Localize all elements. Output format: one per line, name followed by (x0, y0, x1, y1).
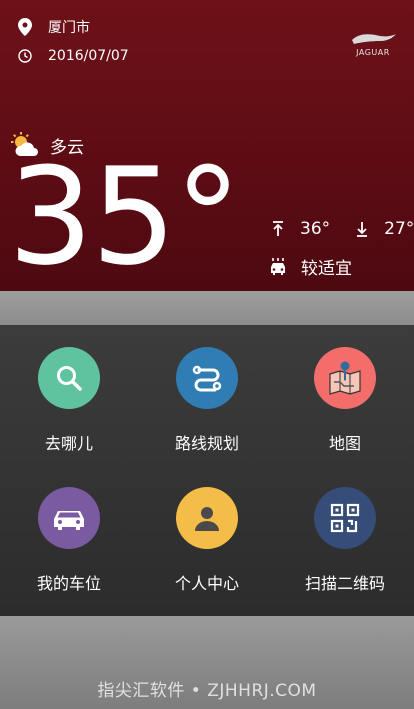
low-temperature: 27° (384, 219, 414, 239)
menu-item-personal-center[interactable]: 个人中心 (138, 487, 276, 594)
watermark-text: 指尖汇软件 • ZJHHRJ.COM (97, 681, 317, 701)
arrow-up-icon (270, 219, 286, 239)
menu-item-map[interactable]: 地图 (276, 347, 414, 454)
location-pin-icon (14, 16, 36, 38)
map-icon (314, 347, 376, 409)
menu-item-label: 去哪儿 (44, 434, 93, 453)
menu-item-where-to[interactable]: 去哪儿 (0, 347, 138, 454)
svg-text:JAGUAR: JAGUAR (355, 48, 390, 57)
car-wash-index: 较适宜 (268, 254, 352, 279)
menu-item-label: 我的车位 (36, 574, 101, 593)
car-icon (38, 487, 100, 549)
high-temperature: 36° (300, 219, 331, 239)
jaguar-logo: JAGUAR (346, 28, 400, 58)
clock-icon (14, 45, 36, 67)
menu-item-route-planning[interactable]: 路线规划 (138, 347, 276, 454)
person-icon (176, 487, 238, 549)
menu-item-label: 扫描二维码 (304, 574, 385, 593)
date-text: 2016/07/07 (48, 48, 129, 64)
car-wash-icon (268, 257, 288, 277)
search-icon (38, 347, 100, 409)
menu-panel: 去哪儿 路线规划 地图 我的车位 个人中心 扫描二维码 (0, 325, 414, 616)
menu-item-label: 个人中心 (174, 574, 239, 593)
menu-item-scan-qr[interactable]: 扫描二维码 (276, 487, 414, 594)
weather-header: 厦门市 2016/07/07 JAGUAR 多云 35° 36° 27° 较适宜 (0, 0, 414, 291)
location-row[interactable]: 厦门市 (14, 16, 90, 38)
qr-code-icon (314, 487, 376, 549)
route-icon (176, 347, 238, 409)
menu-item-label: 路线规划 (174, 434, 239, 453)
divider-band (0, 291, 414, 325)
car-wash-text: 较适宜 (301, 259, 352, 279)
location-text: 厦门市 (48, 20, 90, 36)
menu-item-label: 地图 (328, 434, 361, 453)
current-temperature: 35° (8, 139, 242, 295)
arrow-down-icon (354, 219, 370, 239)
temperature-range: 36° 27° (270, 219, 414, 239)
menu-item-my-parking[interactable]: 我的车位 (0, 487, 138, 594)
date-row: 2016/07/07 (14, 45, 129, 67)
